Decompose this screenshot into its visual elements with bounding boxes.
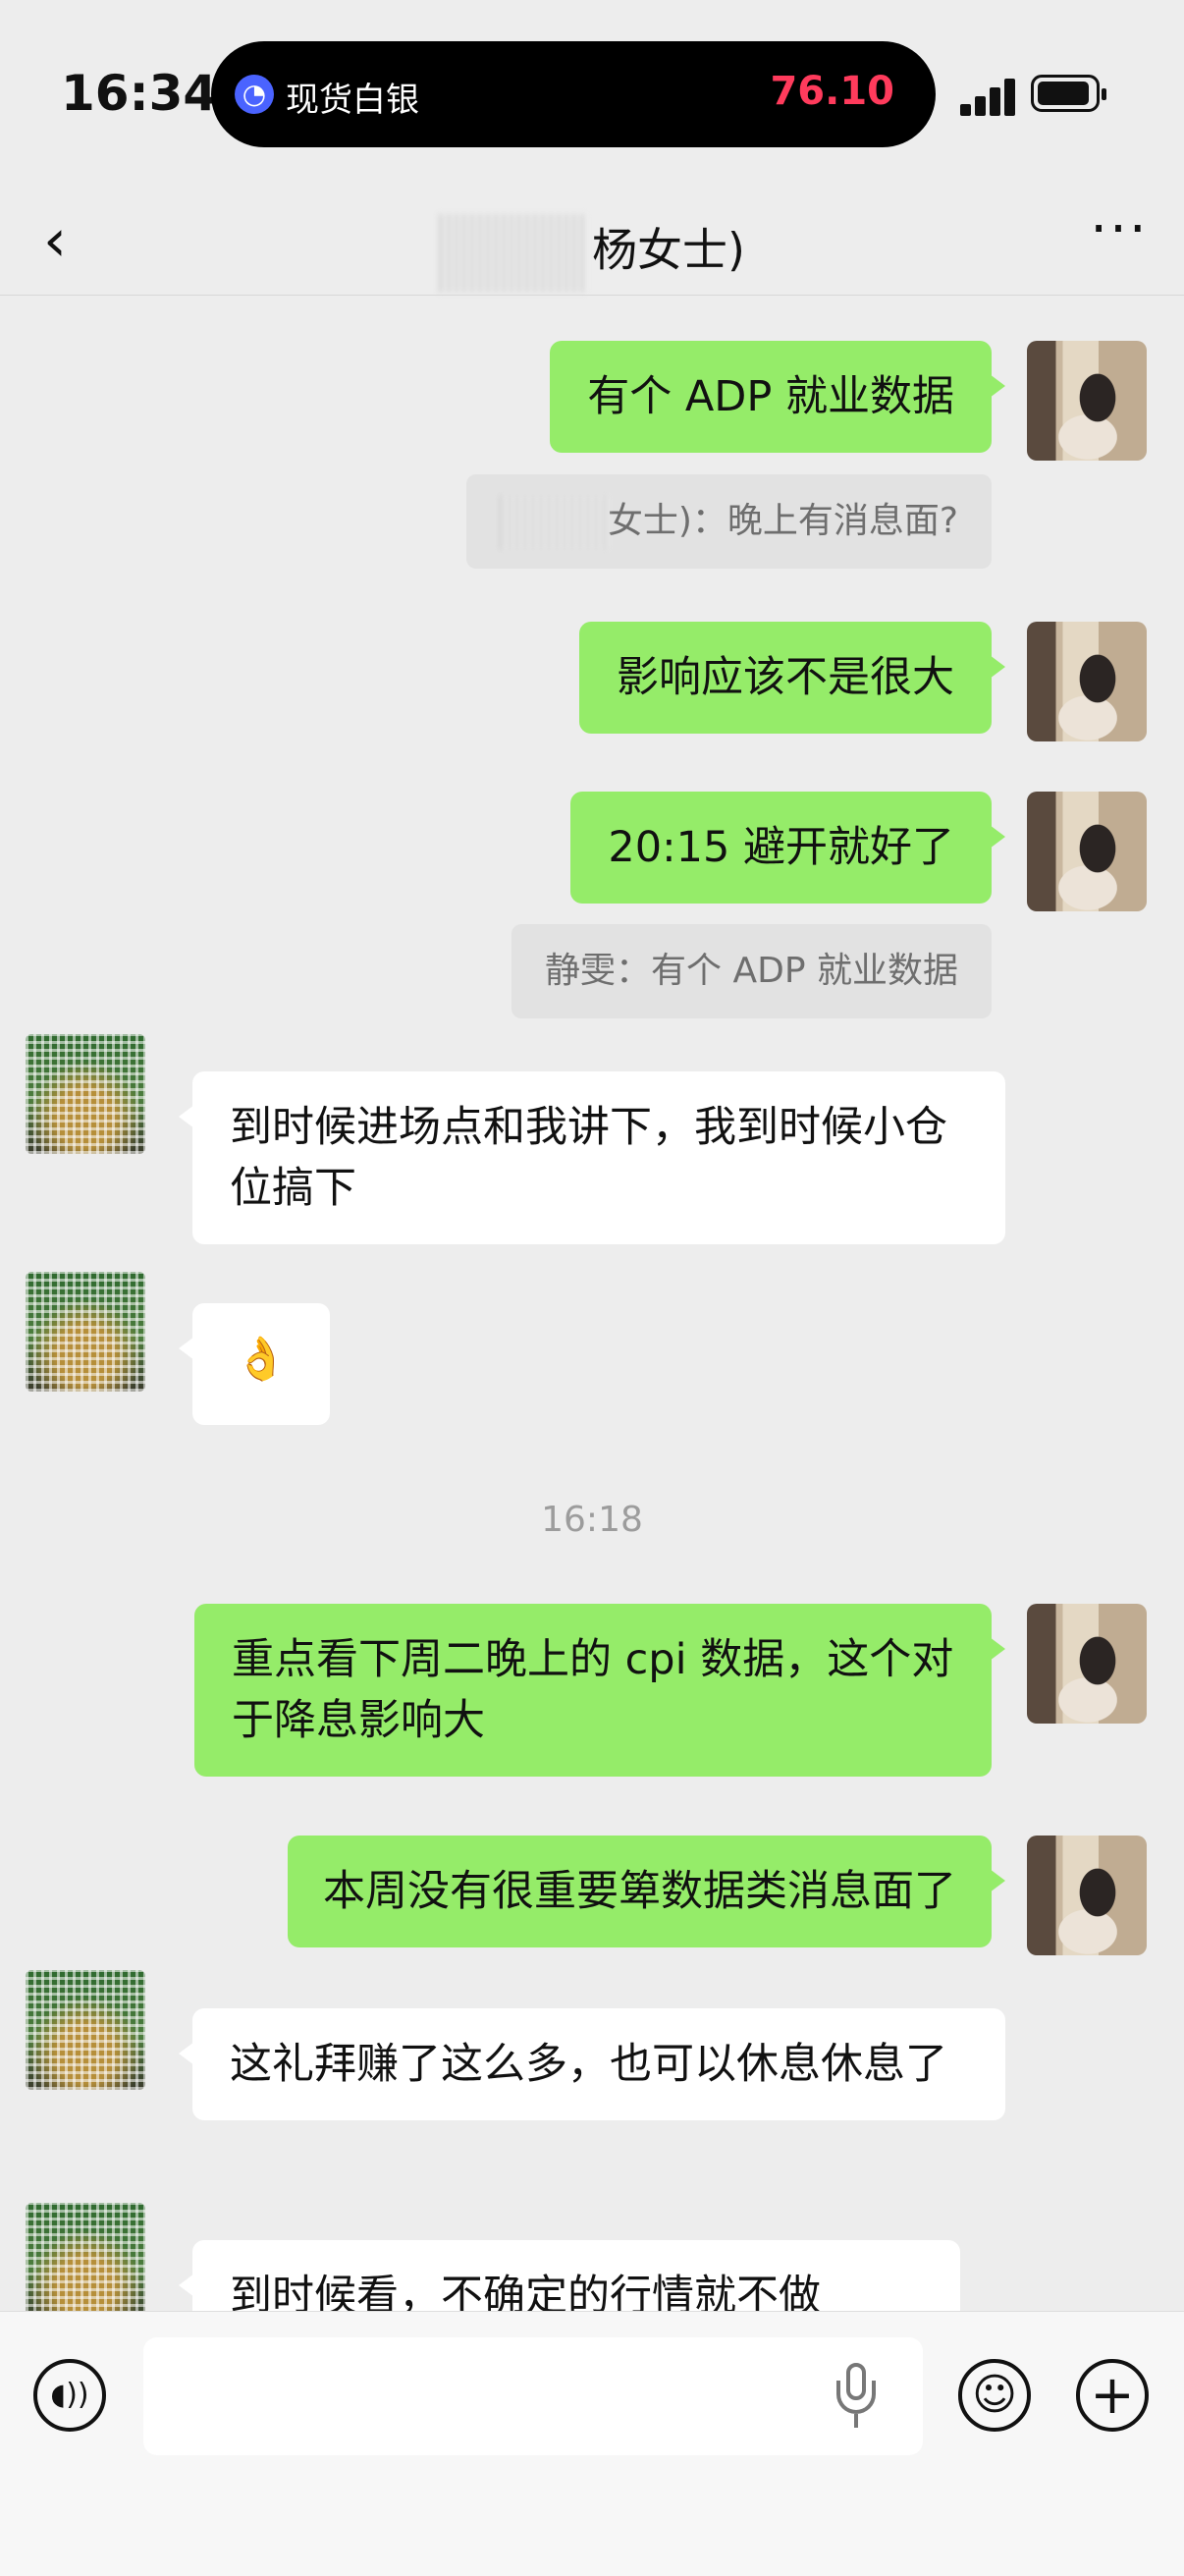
contact-message-bubble[interactable]: 到时候进场点和我讲下，我到时候小仓位搞下 <box>179 1071 1005 1244</box>
contact-avatar[interactable] <box>26 1970 145 2090</box>
my-avatar[interactable] <box>1027 1836 1147 1955</box>
my-message-bubble[interactable]: 重点看下周二晚上的 cpi 数据，这个对于降息影响大 <box>194 1604 1005 1777</box>
quoted-message-text: 女士)：晚上有消息面? <box>607 501 958 541</box>
contact-avatar[interactable] <box>26 2203 145 2311</box>
contact-message-bubble[interactable]: 这礼拜赚了这么多，也可以休息休息了 <box>179 2008 1005 2120</box>
microphone-icon[interactable] <box>834 2363 878 2432</box>
my-message-bubble[interactable]: 本周没有很重要箄数据类消息面了 <box>288 1836 1005 1947</box>
chat-header: ‹ 杨女士) ··· <box>0 187 1184 295</box>
home-indicator-area <box>0 2553 1184 2575</box>
battery-icon <box>1031 75 1106 112</box>
contact-avatar[interactable] <box>26 1272 145 1392</box>
chat-title: 杨女士) <box>0 214 1184 293</box>
status-bar: 16:34 ◔ 现货白银 76.10 <box>0 0 1184 187</box>
timestamp: 16:18 <box>541 1500 643 1540</box>
my-message-bubble[interactable]: 20:15 避开就好了 <box>570 792 1005 904</box>
emoji-icon[interactable]: ☺ <box>958 2359 1031 2432</box>
status-time: 16:34 <box>61 65 218 122</box>
contact-message-bubble[interactable]: 到时候看，不确定的行情就不做 <box>179 2240 960 2311</box>
contact-emoji-bubble[interactable]: 👌 <box>179 1303 330 1425</box>
my-avatar[interactable] <box>1027 1604 1147 1724</box>
plus-icon[interactable]: + <box>1076 2359 1149 2432</box>
blurred-name-mosaic <box>439 214 587 293</box>
my-avatar[interactable] <box>1027 341 1147 461</box>
message-list[interactable]: 有个 ADP 就业数据 女士)：晚上有消息面? 影响应该不是很大 20:15 避… <box>0 296 1184 2311</box>
more-dots-icon[interactable]: ··· <box>1088 202 1151 269</box>
my-avatar[interactable] <box>1027 622 1147 741</box>
cellular-signal-icon <box>960 77 1015 116</box>
message-input[interactable] <box>143 2337 923 2455</box>
input-bar: ◖)) ☺ + <box>0 2311 1184 2576</box>
my-avatar[interactable] <box>1027 792 1147 911</box>
chat-title-text: 杨女士) <box>592 223 745 277</box>
my-message-bubble[interactable]: 有个 ADP 就业数据 <box>550 341 1005 453</box>
quoted-message[interactable]: 静雯：有个 ADP 就业数据 <box>511 924 992 1018</box>
dynamic-island-live-activity[interactable]: ◔ 现货白银 76.10 <box>211 41 936 147</box>
my-message-bubble[interactable]: 影响应该不是很大 <box>579 622 1005 734</box>
blurred-name-mosaic <box>499 495 608 550</box>
live-activity-price: 76.10 <box>770 69 894 114</box>
quoted-message[interactable]: 女士)：晚上有消息面? <box>465 474 992 569</box>
contact-avatar[interactable] <box>26 1034 145 1154</box>
voice-toggle-icon[interactable]: ◖)) <box>33 2359 106 2432</box>
live-activity-app-name: 现货白银 <box>286 81 419 120</box>
silver-app-icon: ◔ <box>235 75 274 114</box>
